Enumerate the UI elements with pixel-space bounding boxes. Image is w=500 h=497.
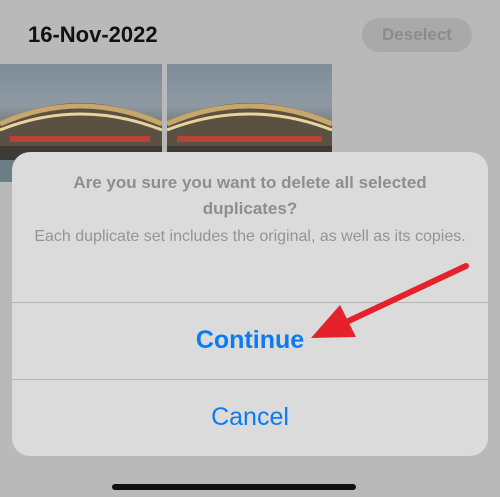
red-arrow-icon — [311, 263, 469, 338]
home-indicator — [112, 484, 356, 490]
